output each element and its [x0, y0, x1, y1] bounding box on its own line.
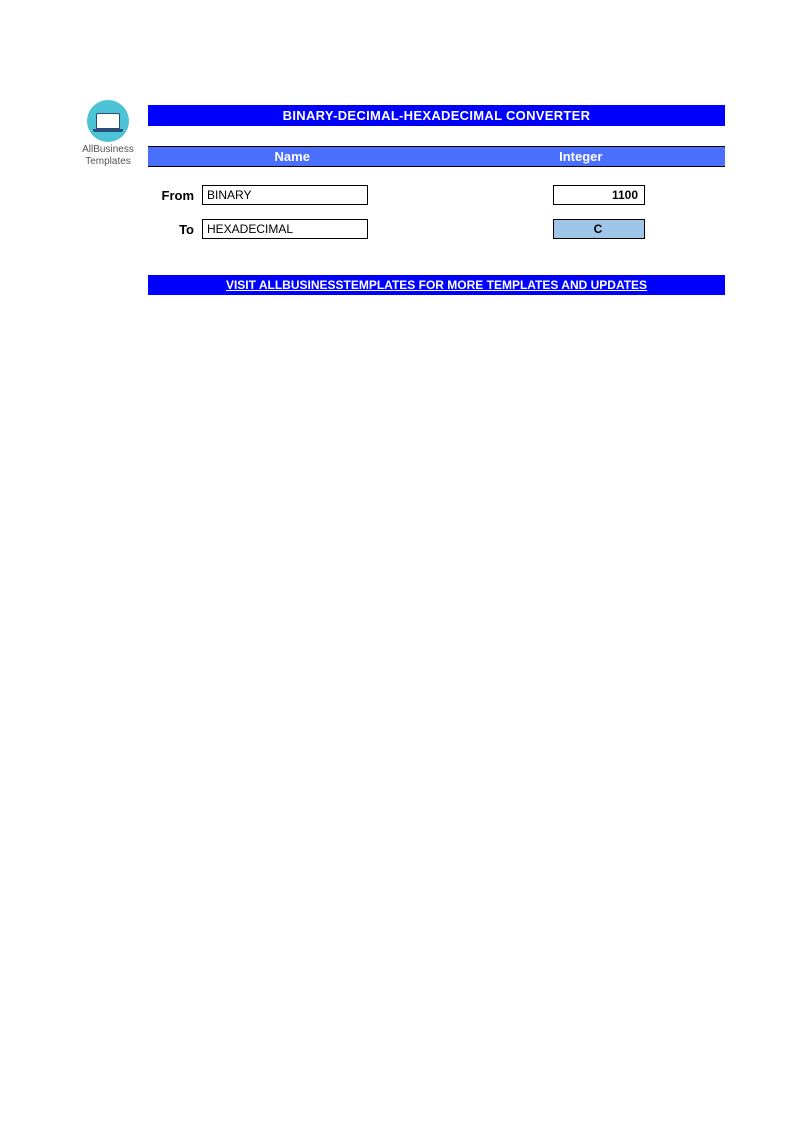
logo-icon [87, 100, 129, 142]
logo: AllBusiness Templates [78, 100, 138, 168]
to-name-input[interactable]: HEXADECIMAL [202, 219, 368, 239]
header-name: Name [148, 147, 437, 166]
column-headers: Name Integer [148, 146, 725, 167]
from-label: From [148, 188, 202, 203]
laptop-icon [96, 113, 120, 129]
logo-text-line2: Templates [78, 156, 138, 168]
footer-link[interactable]: VISIT ALLBUSINESSTEMPLATES FOR MORE TEMP… [148, 275, 725, 295]
from-name-input[interactable]: BINARY [202, 185, 368, 205]
to-value-output: C [553, 219, 645, 239]
logo-text-line1: AllBusiness [78, 144, 138, 156]
header-integer: Integer [437, 147, 726, 166]
page-title: BINARY-DECIMAL-HEXADECIMAL CONVERTER [148, 105, 725, 126]
from-row: From BINARY 1100 [148, 185, 725, 205]
from-value-input[interactable]: 1100 [553, 185, 645, 205]
to-label: To [148, 222, 202, 237]
to-row: To HEXADECIMAL C [148, 219, 725, 239]
